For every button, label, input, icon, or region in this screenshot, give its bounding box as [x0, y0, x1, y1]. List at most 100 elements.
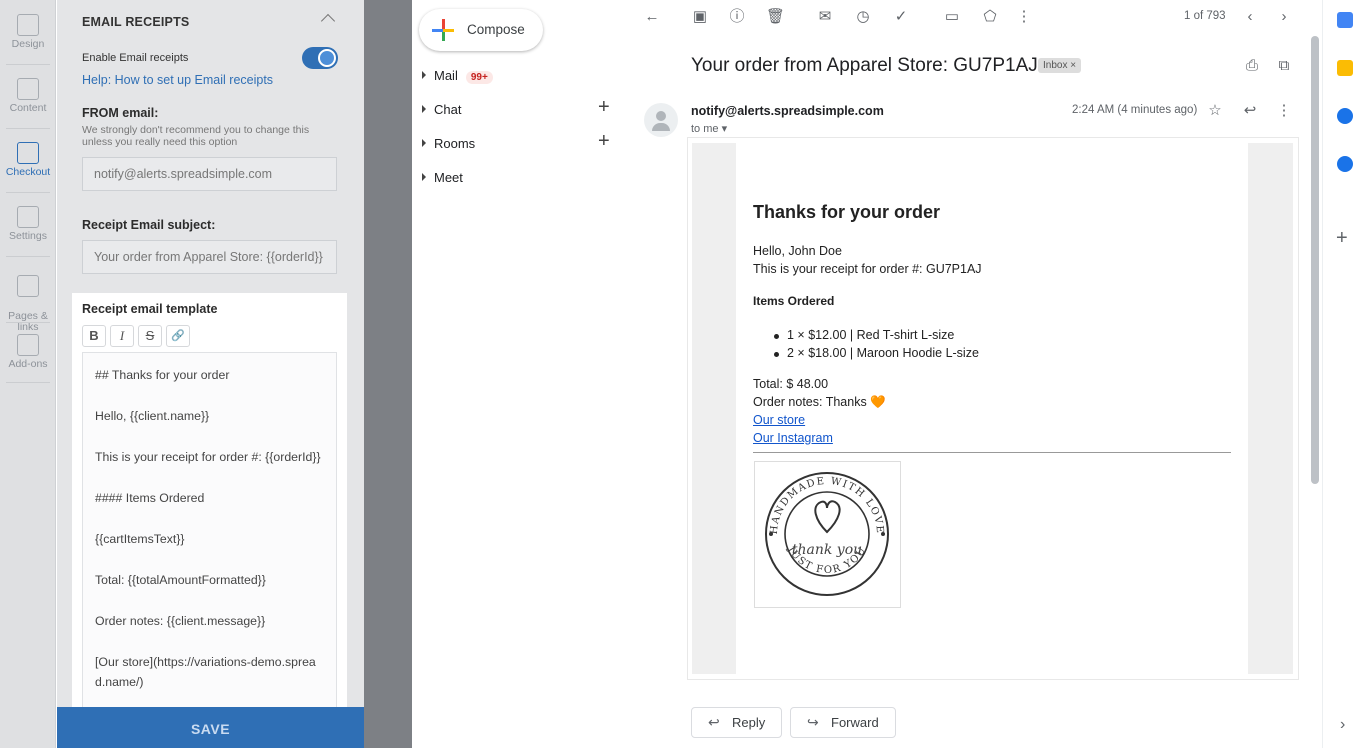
rail-item-settings[interactable]: Settings — [0, 206, 56, 242]
template-label: Receipt email template — [82, 302, 218, 316]
report-spam-icon[interactable]: ⓘ — [729, 9, 745, 25]
forward-button[interactable]: ↪ Forward — [790, 707, 896, 738]
older-chevron-icon[interactable]: › — [1276, 9, 1292, 25]
rail-label: Design — [11, 38, 45, 50]
label-icon[interactable]: ⬠ — [982, 9, 998, 25]
rail-item-checkout[interactable]: Checkout — [0, 142, 56, 178]
rail-divider — [6, 322, 50, 323]
contacts-icon[interactable] — [1337, 156, 1353, 172]
move-to-icon[interactable]: ▭ — [944, 9, 960, 25]
archive-icon[interactable]: ▣ — [692, 9, 708, 25]
rail-divider — [6, 192, 50, 193]
from-email-note: We strongly don't recommend you to chang… — [82, 124, 310, 148]
nav-rooms-label: Rooms — [434, 136, 476, 151]
keep-icon[interactable] — [1337, 60, 1353, 76]
template-editor[interactable]: ## Thanks for your order Hello, {{client… — [82, 352, 337, 712]
pencil-icon — [17, 14, 39, 36]
expand-arrow-icon — [422, 173, 426, 181]
inbox-label-chip[interactable]: Inbox × — [1038, 58, 1082, 73]
star-icon[interactable]: ☆ — [1207, 103, 1223, 119]
email-body-frame: Thanks for your order Hello, John Doe Th… — [688, 138, 1298, 679]
save-button[interactable]: SAVE — [57, 707, 364, 748]
template-line: Total: {{totalAmountFormatted}} — [95, 573, 266, 587]
nav-mail-label: Mail — [434, 68, 458, 83]
back-arrow-icon[interactable]: ← — [644, 9, 660, 25]
nav-mail[interactable]: Mail 99+ — [422, 68, 493, 84]
enable-receipts-toggle[interactable] — [302, 47, 338, 69]
forward-icon: ↪ — [807, 714, 819, 730]
more-vert-icon[interactable]: ⋮ — [1016, 9, 1032, 25]
add-task-icon[interactable]: ✓ — [893, 9, 909, 25]
email-items-heading: Items Ordered — [753, 294, 835, 308]
forward-label: Forward — [831, 715, 879, 730]
rail-item-content[interactable]: Content — [0, 78, 56, 114]
email-margin — [692, 143, 736, 674]
add-chat-icon[interactable]: + — [598, 96, 610, 119]
sender-avatar — [644, 103, 678, 137]
grid-icon — [17, 78, 39, 100]
reply-arrow-icon[interactable]: ↩ — [1242, 103, 1258, 119]
newer-chevron-icon[interactable]: ‹ — [1242, 9, 1258, 25]
nav-chat-label: Chat — [434, 102, 462, 117]
print-icon[interactable]: ⎙ — [1244, 58, 1260, 74]
italic-button[interactable]: I — [110, 325, 134, 347]
template-line: #### Items Ordered — [95, 491, 205, 505]
store-link[interactable]: Our store — [753, 413, 805, 427]
template-card: Receipt email template B I S 🔗 ## Thanks… — [72, 293, 347, 748]
message-subject: Your order from Apparel Store: GU7P1AJ — [691, 55, 1038, 76]
gear-icon — [17, 206, 39, 228]
nav-meet-label: Meet — [434, 170, 463, 185]
strikethrough-button[interactable]: S — [138, 325, 162, 347]
mark-unread-icon[interactable]: ✉ — [817, 9, 833, 25]
collapse-chevron-icon[interactable] — [320, 13, 336, 29]
nav-chat[interactable]: Chat — [422, 102, 461, 117]
expand-arrow-icon — [422, 105, 426, 113]
get-addons-icon[interactable]: + — [1336, 227, 1348, 250]
stamp-mid-text: thank you — [792, 542, 862, 558]
email-total: Total: $ 48.00 — [753, 377, 829, 391]
subject-input[interactable]: Your order from Apparel Store: {{orderId… — [82, 240, 337, 274]
show-panel-chevron-icon[interactable]: › — [1340, 716, 1345, 734]
rail-item-design[interactable]: Design — [0, 14, 56, 50]
compose-button[interactable]: Compose — [419, 9, 543, 51]
reply-button[interactable]: ↩ Reply — [691, 707, 783, 738]
calendar-icon[interactable] — [1337, 12, 1353, 28]
overlay-scrim — [364, 0, 412, 748]
order-item: 2 × $18.00 | Maroon Hoodie L-size — [774, 346, 979, 360]
snooze-icon[interactable]: ◷ — [855, 9, 871, 25]
side-panel: + › — [1322, 0, 1366, 748]
rail-item-add-ons[interactable]: Add-ons — [0, 334, 56, 370]
message-scrollbar[interactable] — [1309, 36, 1321, 486]
more-vert-icon[interactable]: ⋮ — [1276, 103, 1292, 119]
from-email-input[interactable]: notify@alerts.spreadsimple.com — [82, 157, 337, 191]
reply-icon: ↩ — [708, 714, 720, 730]
add-room-icon[interactable]: + — [598, 130, 610, 153]
recipient-details[interactable]: to me ▾ — [691, 122, 727, 135]
section-title: EMAIL RECEIPTS — [82, 15, 190, 29]
template-line: [Our store](https://variations-demo.spre… — [95, 655, 316, 689]
enable-receipts-label: Enable Email receipts — [82, 52, 189, 64]
expand-arrow-icon — [422, 139, 426, 147]
rail-divider — [6, 382, 50, 383]
bold-button[interactable]: B — [82, 325, 106, 347]
order-item: 1 × $12.00 | Red T-shirt L-size — [773, 328, 955, 342]
template-line: This is your receipt for order #: {{orde… — [95, 450, 321, 464]
open-new-window-icon[interactable]: ⧉ — [1276, 58, 1292, 74]
link-button[interactable]: 🔗 — [166, 325, 190, 347]
thank-you-stamp-icon: HANDMADE WITH LOVE JUST FOR YOU thank yo… — [765, 472, 889, 596]
template-line: Hello, {{client.name}} — [95, 409, 210, 423]
help-link[interactable]: Help: How to set up Email receipts — [82, 73, 273, 87]
compose-label: Compose — [467, 22, 525, 37]
nav-meet[interactable]: Meet — [422, 170, 463, 185]
thank-you-stamp-image: HANDMADE WITH LOVE JUST FOR YOU thank yo… — [754, 461, 901, 608]
instagram-link[interactable]: Our Instagram — [753, 431, 833, 445]
template-line: Order notes: {{client.message}} — [95, 614, 266, 628]
email-margin — [1248, 143, 1293, 674]
tasks-icon[interactable] — [1337, 108, 1353, 124]
rail-label: Content — [9, 102, 47, 114]
nav-rooms[interactable]: Rooms — [422, 136, 475, 151]
email-notes: Order notes: Thanks 🧡 — [753, 395, 886, 409]
rail-label: Settings — [9, 230, 47, 242]
app-icon-rail: Design Content Checkout Settings Pages &… — [0, 0, 56, 748]
delete-icon[interactable]: 🗑 — [766, 9, 785, 25]
